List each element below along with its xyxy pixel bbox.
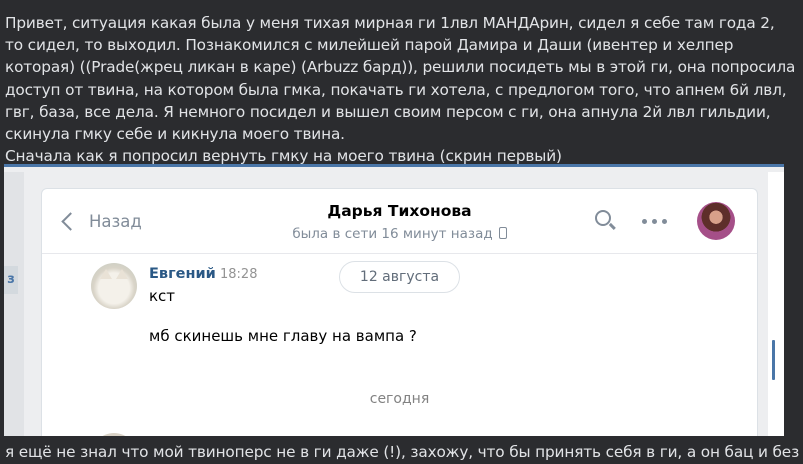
peer-name[interactable]: Дарья Тихонова [42, 202, 757, 220]
scrollbar-thumb[interactable] [772, 340, 775, 380]
date-badge: 12 августа [339, 261, 460, 293]
message-line: кст [149, 287, 176, 305]
sender-avatar[interactable] [91, 263, 137, 309]
search-icon[interactable] [595, 210, 615, 230]
message-time[interactable]: 18:28 [220, 267, 257, 282]
peer-status-text: была в сети 16 минут назад [292, 226, 493, 242]
post-paragraph-1: Привет, ситуация какая была у меня тихая… [5, 14, 796, 144]
peer-avatar[interactable] [697, 202, 735, 240]
left-panel-edge [4, 172, 24, 436]
message-line: мб скинешь мне главу на вампа ? [149, 327, 417, 345]
phone-icon [498, 227, 507, 239]
today-divider: сегодня [369, 391, 430, 407]
dialog-card: Назад Дарья Тихонова была в сети 16 мину… [41, 188, 758, 436]
sender-name[interactable]: Евгений [149, 266, 216, 282]
next-message-avatar[interactable] [91, 433, 137, 436]
embedded-screenshot[interactable]: з Назад Дарья Тихонова была в сети 16 ми… [4, 164, 784, 436]
right-panel-edge [768, 172, 784, 436]
peer-status: была в сети 16 минут назад [42, 226, 757, 242]
post-text: Привет, ситуация какая была у меня тихая… [5, 12, 797, 167]
side-tab[interactable]: з [4, 266, 18, 294]
dialog-header: Назад Дарья Тихонова была в сети 16 мину… [42, 189, 757, 254]
post-continuation: я ещё не знал что мой твиноперс не в ги … [5, 443, 800, 461]
more-icon[interactable] [642, 219, 668, 225]
screenshot-top-border [4, 164, 784, 167]
